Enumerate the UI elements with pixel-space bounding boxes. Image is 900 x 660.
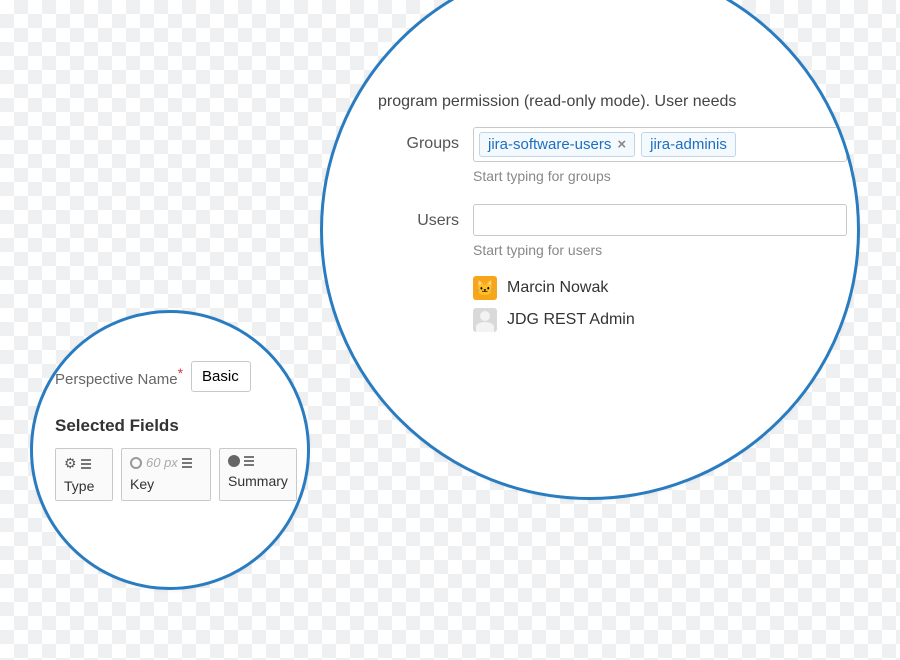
user-name: Marcin Nowak <box>507 279 608 297</box>
field-chip-label: Type <box>64 478 104 494</box>
groups-row: Groups jira-software-users × jira-admini… <box>378 127 847 198</box>
selected-fields-list: ⚙ Type 60 px Key Summary <box>55 448 307 501</box>
selected-fields-title: Selected Fields <box>55 416 307 436</box>
field-chip-label: Summary <box>228 473 288 489</box>
perspective-name-row: Perspective Name* <box>55 361 307 392</box>
users-hint: Start typing for users <box>473 242 847 258</box>
align-icon <box>81 459 91 469</box>
users-row: Users Start typing for users 🐱 Marcin No… <box>378 204 847 336</box>
avatar: 🐱 <box>473 276 497 300</box>
radio-icon <box>228 455 240 467</box>
align-icon <box>182 458 192 468</box>
required-asterisk: * <box>178 365 183 381</box>
user-suggestion[interactable]: 🐱 Marcin Nowak <box>473 272 847 304</box>
field-chip-label: Key <box>130 476 202 492</box>
group-tag[interactable]: jira-software-users × <box>479 132 635 157</box>
field-chip[interactable]: ⚙ Type <box>55 448 113 501</box>
gear-icon: ⚙ <box>64 455 77 472</box>
perspective-name-label: Perspective Name* <box>55 365 183 388</box>
field-chip[interactable]: Summary <box>219 448 297 501</box>
width-text: 60 px <box>146 455 178 470</box>
users-label: Users <box>378 204 473 230</box>
group-tag[interactable]: jira-adminis <box>641 132 736 157</box>
user-suggestions: 🐱 Marcin Nowak JDG REST Admin <box>473 272 847 336</box>
user-name: JDG REST Admin <box>507 311 635 329</box>
avatar-emoji: 🐱 <box>476 279 495 297</box>
groups-input[interactable]: jira-software-users × jira-adminis <box>473 127 847 162</box>
user-suggestion[interactable]: JDG REST Admin <box>473 304 847 336</box>
groups-label: Groups <box>378 127 473 153</box>
radio-icon <box>130 457 142 469</box>
perspective-name-input[interactable] <box>191 361 251 392</box>
perspective-callout: Perspective Name* Selected Fields ⚙ Type… <box>30 310 310 590</box>
users-input[interactable] <box>473 204 847 236</box>
permission-description: program permission (read-only mode). Use… <box>378 93 847 111</box>
remove-tag-icon[interactable]: × <box>617 136 626 153</box>
groups-hint: Start typing for groups <box>473 168 847 184</box>
avatar <box>473 308 497 332</box>
group-tag-label: jira-software-users <box>488 136 611 153</box>
group-tag-label: jira-adminis <box>650 136 727 153</box>
field-chip[interactable]: 60 px Key <box>121 448 211 501</box>
align-icon <box>244 456 254 466</box>
